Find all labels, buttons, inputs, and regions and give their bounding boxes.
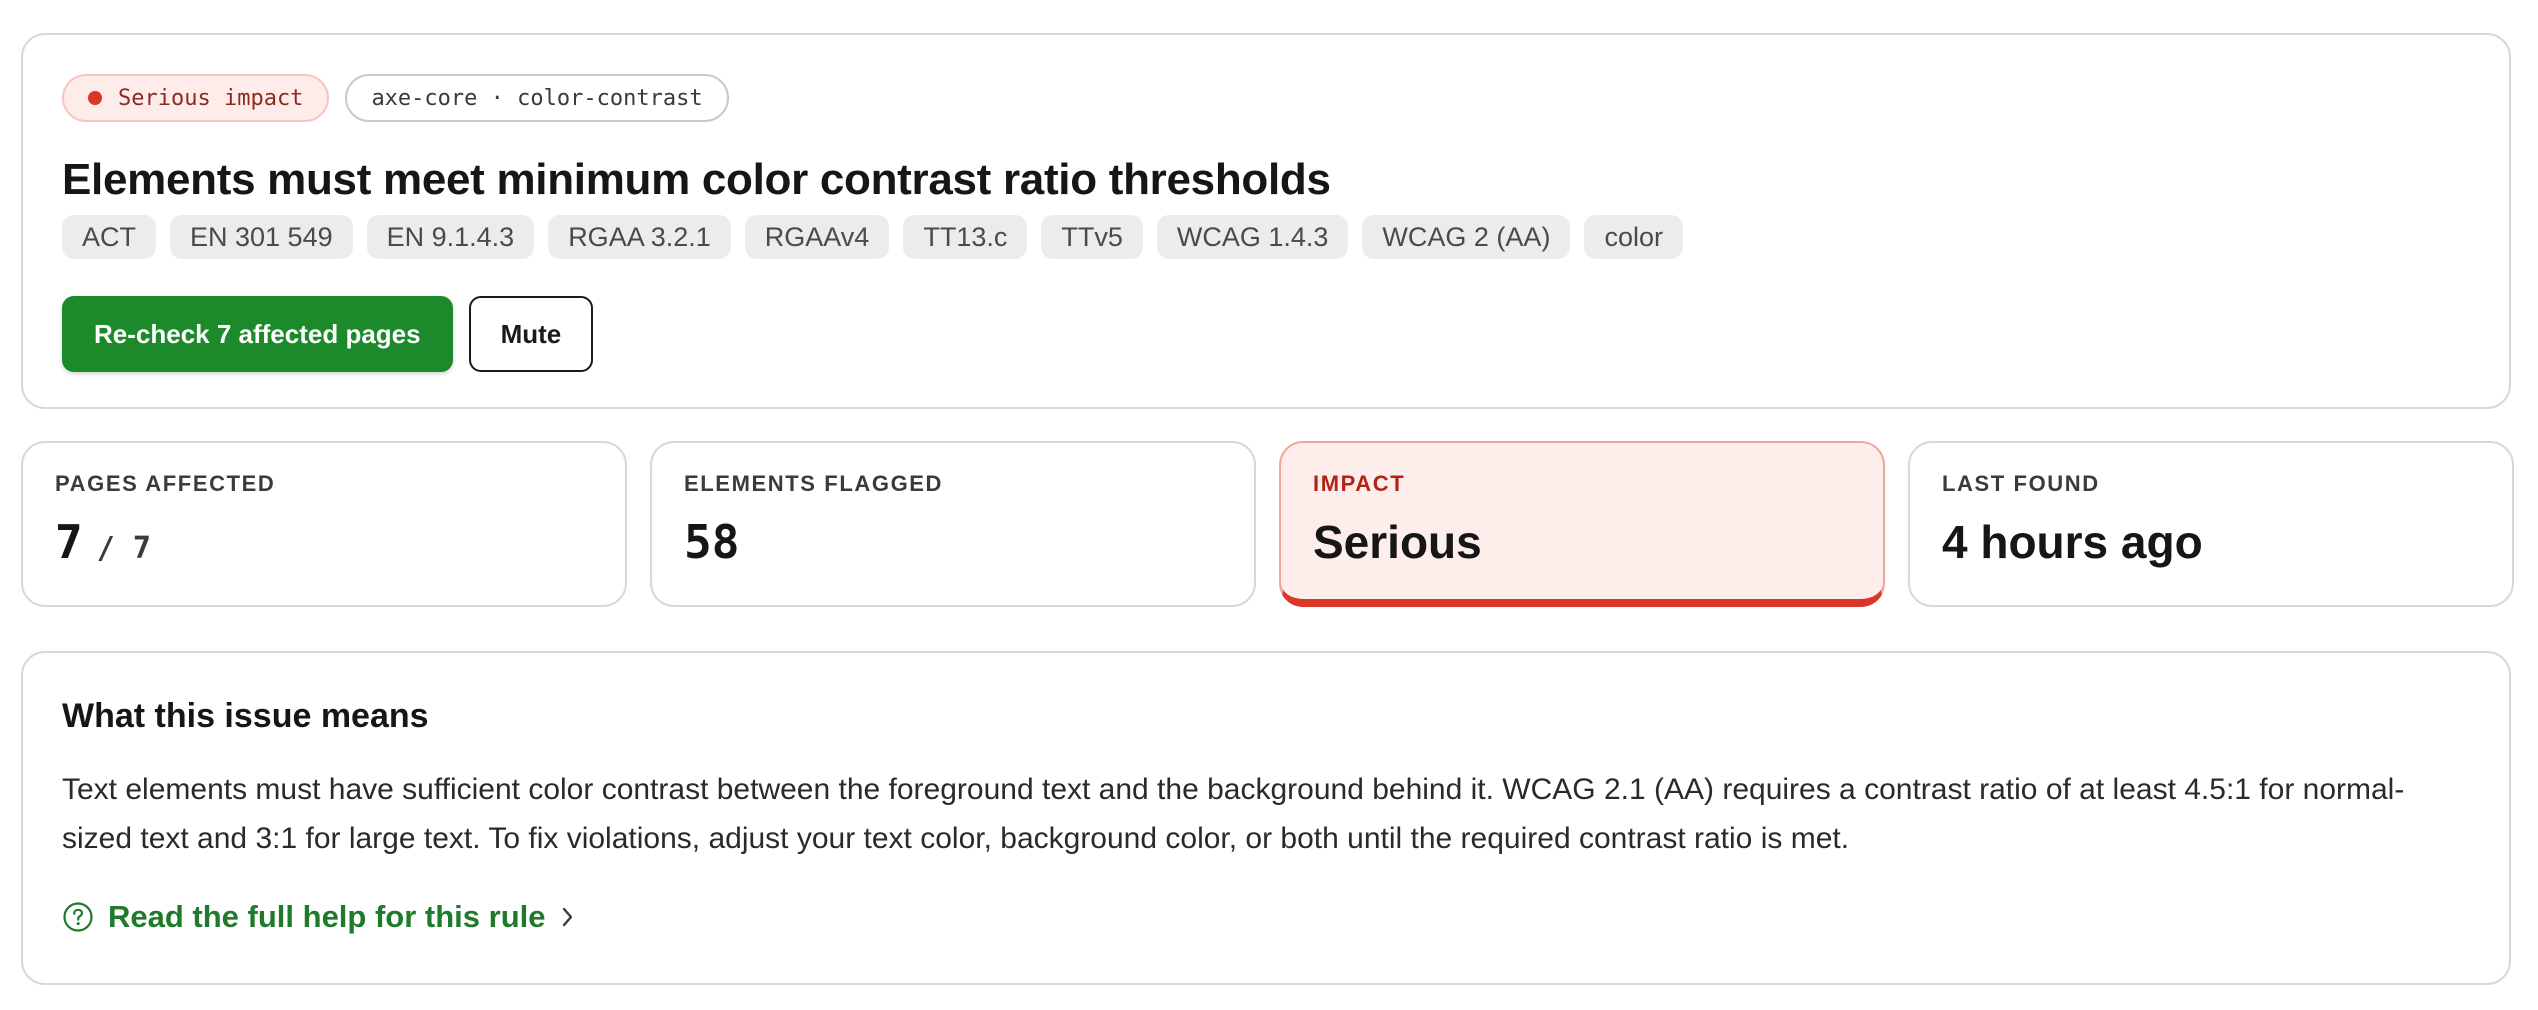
tag-chip: WCAG 2 (AA) (1362, 215, 1571, 259)
explanation-heading: What this issue means (62, 697, 429, 735)
question-circle-icon (62, 901, 94, 933)
chevron-right-icon (559, 904, 577, 930)
impact-badge-label: Serious impact (118, 85, 304, 111)
tag-chip: RGAAv4 (744, 215, 890, 259)
tag-chip: TTv5 (1041, 215, 1143, 259)
stat-card-elements-flagged: ELEMENTS FLAGGED 58 (650, 441, 1256, 607)
issue-header-card: Serious impact axe-core · color-contrast… (21, 33, 2511, 409)
elements-flagged-count: 58 (684, 515, 740, 569)
stat-card-pages-affected: PAGES AFFECTED 7 / 7 (21, 441, 627, 607)
tag-chip: EN 301 549 (170, 215, 353, 259)
tag-chip: WCAG 1.4.3 (1156, 215, 1349, 259)
last-found-value: 4 hours ago (1942, 516, 2203, 568)
stat-label: LAST FOUND (1942, 471, 2100, 496)
explanation-card: What this issue means Text elements must… (21, 651, 2511, 985)
tag-list: ACT EN 301 549 EN 9.1.4.3 RGAA 3.2.1 RGAAv4 T… (62, 215, 1683, 259)
action-buttons: Re-check 7 affected pages Mute (62, 296, 594, 372)
rule-badge: axe-core · color-contrast (345, 74, 729, 122)
explanation-body: Text elements must have sufficient color… (62, 773, 2405, 855)
mute-button[interactable]: Mute (468, 296, 594, 372)
pages-total: / 7 (96, 531, 151, 566)
pages-affected-count: 7 (55, 515, 83, 569)
stat-label: IMPACT (1313, 471, 1406, 496)
impact-badge: Serious impact (62, 74, 330, 122)
impact-value: Serious (1313, 516, 1482, 568)
tag-chip: RGAA 3.2.1 (548, 215, 731, 259)
status-dot-icon (88, 91, 102, 105)
help-link-label: Read the full help for this rule (108, 899, 546, 934)
tag-chip: color (1584, 215, 1683, 259)
pill-row: Serious impact axe-core · color-contrast (62, 74, 729, 122)
stat-label: ELEMENTS FLAGGED (684, 471, 944, 496)
stat-card-last-found: LAST FOUND 4 hours ago (1908, 441, 2514, 607)
help-link[interactable]: Read the full help for this rule (62, 899, 577, 935)
stat-label: PAGES AFFECTED (55, 471, 276, 496)
tag-chip: TT13.c (903, 215, 1028, 259)
page-title: Elements must meet minimum color contras… (62, 155, 1331, 204)
recheck-button[interactable]: Re-check 7 affected pages (62, 296, 453, 372)
stat-card-impact: IMPACT Serious (1279, 441, 1885, 607)
tag-chip: ACT (62, 215, 156, 259)
stat-value: 7 / 7 (55, 515, 151, 569)
tag-chip: EN 9.1.4.3 (366, 215, 535, 259)
